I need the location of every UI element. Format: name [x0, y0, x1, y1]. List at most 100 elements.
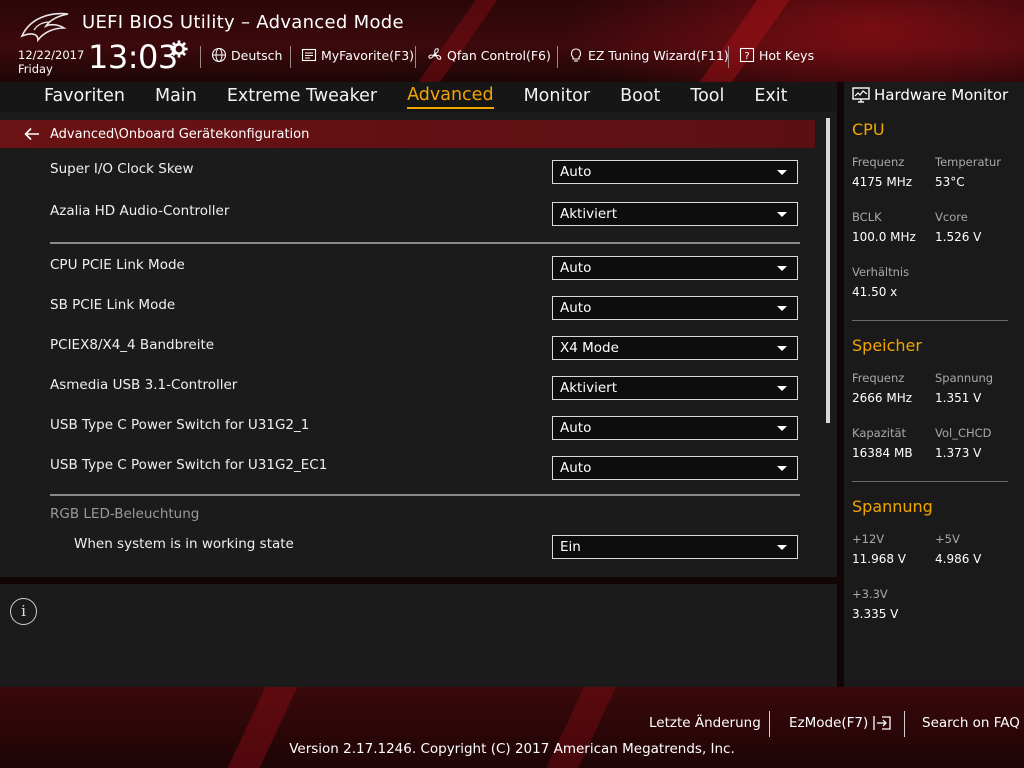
setting-label: When system is in working state	[74, 536, 294, 552]
setting-row-asmedia-usb31[interactable]: Asmedia USB 3.1-Controller Aktiviert	[0, 374, 815, 402]
ezmode-button[interactable]: EzMode(F7)	[789, 715, 892, 731]
dropdown-arrow-icon	[777, 170, 787, 175]
back-arrow-icon[interactable]	[24, 127, 40, 141]
last-change-button[interactable]: Letzte Änderung	[649, 715, 761, 731]
exit-arrow-icon	[873, 716, 891, 730]
memory-capacity-value: 16384 MB	[852, 446, 913, 460]
setting-label: Azalia HD Audio-Controller	[50, 203, 230, 219]
tab-exit[interactable]: Exit	[754, 86, 787, 108]
date-display: 12/22/2017 Friday	[18, 48, 84, 76]
hw-divider	[852, 320, 1008, 321]
working-state-select[interactable]: Ein	[552, 535, 798, 559]
search-faq-button[interactable]: Search on FAQ	[922, 715, 1020, 731]
toolbar-separator	[290, 46, 291, 68]
app-title: UEFI BIOS Utility – Advanced Mode	[82, 12, 404, 33]
fan-icon	[428, 48, 442, 60]
dropdown-arrow-icon	[777, 386, 787, 391]
cpu-frequency-label: Frequenz	[852, 155, 905, 169]
select-value: Auto	[560, 460, 592, 476]
p5v-label: +5V	[935, 532, 960, 546]
azalia-hd-audio-select[interactable]: Aktiviert	[552, 202, 798, 226]
memory-frequency-value: 2666 MHz	[852, 391, 913, 405]
pciex8-bandwidth-select[interactable]: X4 Mode	[552, 336, 798, 360]
language-button[interactable]: Deutsch	[211, 47, 282, 63]
ratio-value: 41.50 x	[852, 285, 898, 299]
qfan-label: Qfan Control(F6)	[447, 47, 551, 63]
cpu-pcie-link-mode-select[interactable]: Auto	[552, 256, 798, 280]
p5v-value: 4.986 V	[935, 552, 982, 566]
setting-label: CPU PCIE Link Mode	[50, 257, 185, 273]
select-value: Auto	[560, 260, 592, 276]
clock-time: 13:03	[88, 38, 178, 76]
dropdown-arrow-icon	[777, 306, 787, 311]
setting-label: USB Type C Power Switch for U31G2_1	[50, 417, 310, 433]
header-glow	[560, 0, 1024, 82]
cpu-temperature-value: 53°C	[935, 175, 965, 189]
hardware-monitor-panel: Hardware Monitor CPU Frequenz Temperatur…	[844, 82, 1024, 687]
tab-monitor[interactable]: Monitor	[524, 86, 591, 108]
sb-pcie-link-mode-select[interactable]: Auto	[552, 296, 798, 320]
rgb-section-header: RGB LED-Beleuchtung	[50, 506, 200, 522]
vol-chcd-label: Vol_CHCD	[935, 426, 992, 440]
footer-separator	[904, 711, 905, 737]
usb-typec-u31g2-ec1-select[interactable]: Auto	[552, 456, 798, 480]
gear-icon[interactable]	[170, 40, 188, 58]
usb-typec-u31g2-1-select[interactable]: Auto	[552, 416, 798, 440]
asmedia-usb31-select[interactable]: Aktiviert	[552, 376, 798, 400]
dropdown-arrow-icon	[777, 466, 787, 471]
header-bar: UEFI BIOS Utility – Advanced Mode 12/22/…	[0, 0, 1024, 82]
breadcrumb[interactable]: Advanced\Onboard Gerätekonfiguration	[0, 120, 815, 148]
hw-divider	[852, 481, 1008, 482]
svg-text:?: ?	[744, 51, 749, 62]
vcore-label: Vcore	[935, 210, 968, 224]
help-info-panel: i	[0, 584, 837, 687]
setting-label: Super I/O Clock Skew	[50, 161, 194, 177]
section-divider	[50, 494, 800, 496]
setting-row-super-io-clock-skew[interactable]: Super I/O Clock Skew Auto	[0, 158, 815, 186]
tab-favoriten[interactable]: Favoriten	[44, 86, 125, 108]
select-value: Ein	[560, 539, 581, 555]
globe-icon	[211, 47, 227, 63]
voltage-section-title: Spannung	[852, 497, 933, 516]
qfan-control-button[interactable]: Qfan Control(F6)	[427, 47, 551, 63]
tab-extreme-tweaker[interactable]: Extreme Tweaker	[227, 86, 377, 108]
scrollbar-thumb[interactable]	[826, 118, 830, 423]
select-value: X4 Mode	[560, 340, 619, 356]
setting-row-pciex8-bandwidth[interactable]: PCIEX8/X4_4 Bandbreite X4 Mode	[0, 334, 815, 362]
p12v-value: 11.968 V	[852, 552, 907, 566]
date-text: 12/22/2017	[18, 48, 85, 62]
dropdown-arrow-icon	[777, 545, 787, 550]
ez-tuning-wizard-button[interactable]: EZ Tuning Wizard(F11)	[568, 47, 729, 63]
tab-main[interactable]: Main	[155, 86, 197, 108]
hotkeys-button[interactable]: ? Hot Keys	[739, 47, 814, 63]
last-change-label: Letzte Änderung	[649, 715, 761, 731]
p12v-label: +12V	[852, 532, 885, 546]
language-label: Deutsch	[231, 47, 283, 63]
toolbar-separator	[557, 46, 558, 68]
tab-boot[interactable]: Boot	[620, 86, 660, 108]
setting-row-cpu-pcie-link-mode[interactable]: CPU PCIE Link Mode Auto	[0, 254, 815, 282]
cpu-frequency-value: 4175 MHz	[852, 175, 913, 189]
dropdown-arrow-icon	[777, 346, 787, 351]
ezmode-label: EzMode(F7)	[789, 715, 869, 731]
tab-advanced[interactable]: Advanced	[407, 85, 494, 109]
tab-tool[interactable]: Tool	[690, 86, 724, 108]
setting-row-usb-typec-u31g2-ec1[interactable]: USB Type C Power Switch for U31G2_EC1 Au…	[0, 454, 815, 482]
bclk-value: 100.0 MHz	[852, 230, 916, 244]
setting-row-sb-pcie-link-mode[interactable]: SB PCIE Link Mode Auto	[0, 294, 815, 322]
toolbar-separator	[728, 46, 729, 68]
super-io-clock-skew-select[interactable]: Auto	[552, 160, 798, 184]
select-value: Auto	[560, 420, 592, 436]
dropdown-arrow-icon	[777, 212, 787, 217]
help-key-icon: ?	[739, 47, 755, 63]
hw-title-label: Hardware Monitor	[874, 86, 1009, 104]
myfavorite-button[interactable]: MyFavorite(F3)	[301, 47, 414, 63]
setting-row-usb-typec-u31g2-1[interactable]: USB Type C Power Switch for U31G2_1 Auto	[0, 414, 815, 442]
setting-label: PCIEX8/X4_4 Bandbreite	[50, 337, 215, 353]
ratio-label: Verhältnis	[852, 265, 910, 279]
setting-row-working-state[interactable]: When system is in working state Ein	[0, 533, 815, 561]
toolbar-separator	[200, 46, 201, 68]
setting-row-azalia-hd-audio[interactable]: Azalia HD Audio-Controller Aktiviert	[0, 200, 815, 228]
p33v-label: +3.3V	[852, 587, 888, 601]
search-faq-label: Search on FAQ	[922, 715, 1020, 731]
